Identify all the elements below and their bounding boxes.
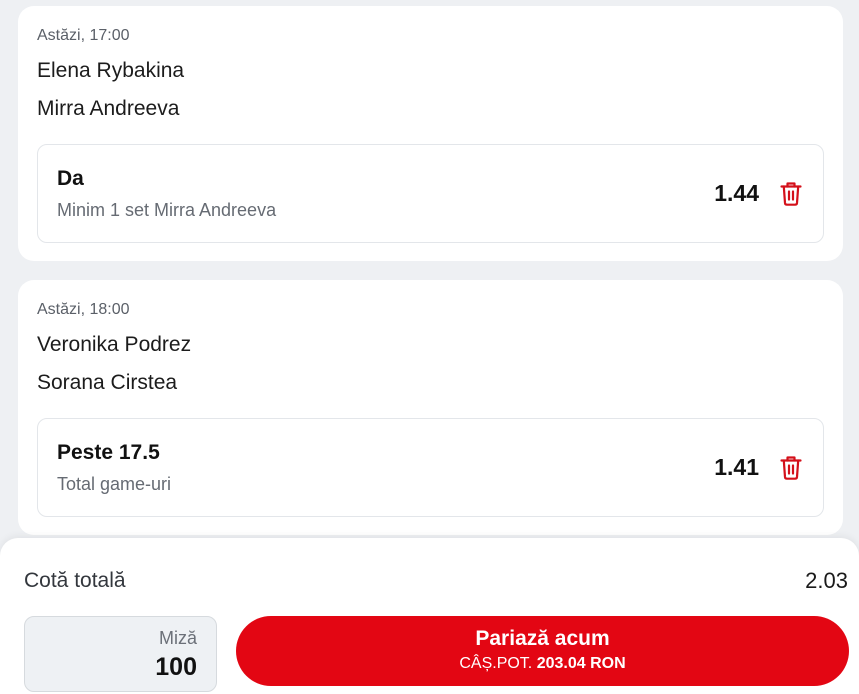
- player-away: Mirra Andreeva: [37, 97, 180, 120]
- selection-odds: 1.44: [714, 180, 759, 206]
- total-odds-label: Cotă totală: [24, 569, 126, 592]
- selection-odds: 1.41: [714, 454, 759, 480]
- event-time: Astăzi, 17:00: [37, 27, 130, 44]
- place-bet-label: Pariază acum: [475, 627, 610, 650]
- potential-win-label: CÂȘ.POT.: [459, 655, 533, 672]
- player-away: Sorana Cirstea: [37, 371, 178, 394]
- player-home: Veronika Podrez: [37, 333, 192, 356]
- stake-value: 100: [155, 653, 197, 681]
- selection-market: Minim 1 set Mirra Andreeva: [57, 199, 277, 220]
- stake-label: Miză: [158, 628, 197, 648]
- trash-icon[interactable]: [779, 181, 803, 207]
- potential-win-value: 203.04 RON: [536, 655, 626, 672]
- event-time: Astăzi, 18:00: [37, 301, 130, 318]
- selection-name: Peste 17.5: [57, 440, 160, 464]
- trash-icon[interactable]: [779, 455, 803, 481]
- potential-win: CÂȘ.POT. 203.04 RON: [459, 653, 625, 675]
- selection-market: Total game-uri: [57, 473, 172, 494]
- total-odds-value: 2.03: [805, 568, 848, 593]
- stake-input[interactable]: Miză 100: [24, 616, 217, 692]
- selection-actions: 1.44: [714, 180, 803, 207]
- betslip-page: Astăzi, 17:00 Elena Rybakina Mirra Andre…: [0, 0, 859, 694]
- selection-box: Peste 17.5 Total game-uri 1.41: [37, 418, 824, 517]
- selection-box: Da Minim 1 set Mirra Andreeva 1.44: [37, 144, 824, 243]
- betslip-summary: Cotă totală 2.03 Miză 100 Pariază acum C…: [0, 538, 859, 694]
- selection-text: Peste 17.5 Total game-uri: [57, 440, 171, 496]
- place-bet-button[interactable]: Pariază acum CÂȘ.POT. 203.04 RON: [236, 616, 849, 686]
- bet-card: Astăzi, 18:00 Veronika Podrez Sorana Cir…: [18, 280, 843, 535]
- total-odds-row: Cotă totală 2.03: [24, 568, 848, 594]
- selection-actions: 1.41: [714, 454, 803, 481]
- bet-card: Astăzi, 17:00 Elena Rybakina Mirra Andre…: [18, 6, 843, 261]
- selection-name: Da: [57, 166, 84, 190]
- player-home: Elena Rybakina: [37, 59, 185, 82]
- selection-text: Da Minim 1 set Mirra Andreeva: [57, 166, 276, 222]
